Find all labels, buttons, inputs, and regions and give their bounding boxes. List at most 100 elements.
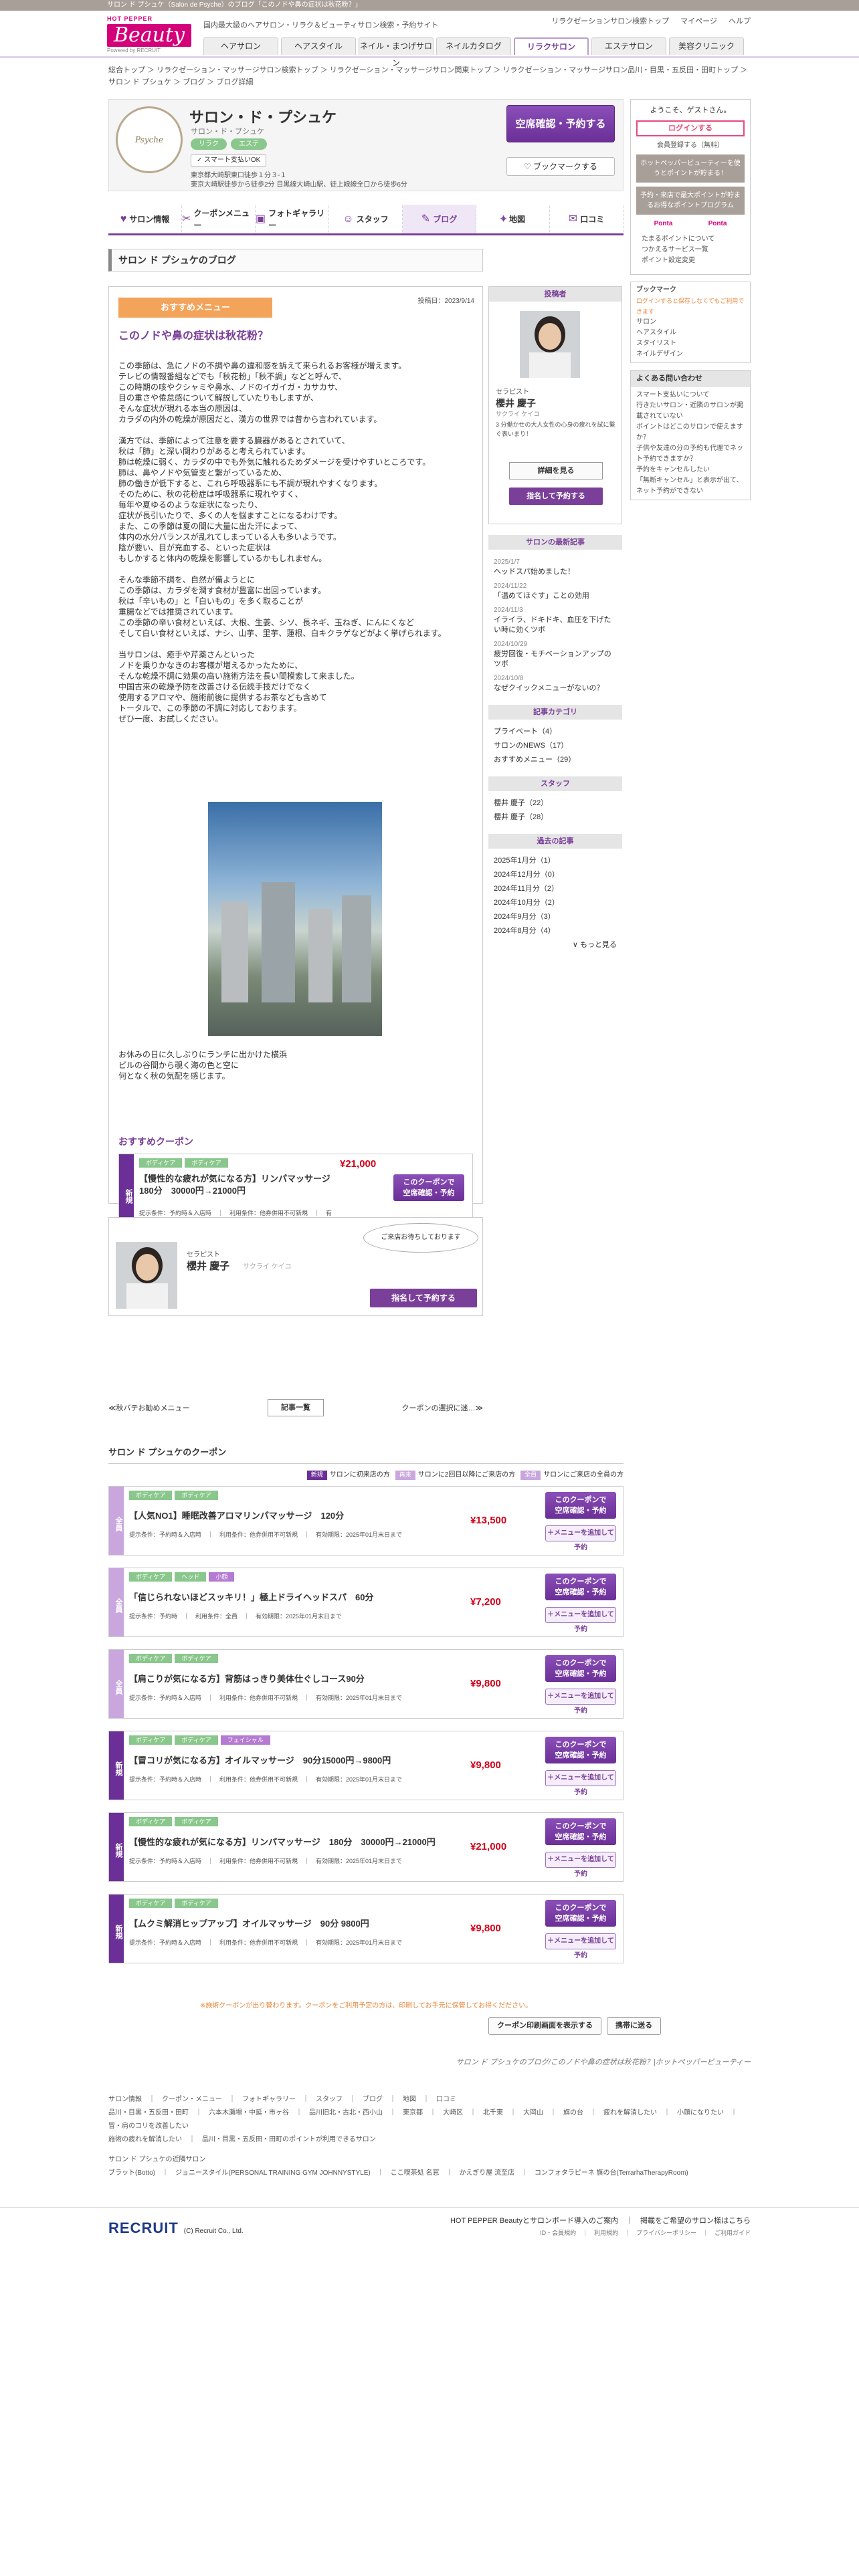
add-menu-button[interactable]: ＋メニューを追加して予約: [545, 1689, 616, 1715]
faq-item[interactable]: 子供や友達の分の予約も代理でネット予約できますか？: [636, 443, 745, 465]
point-program-banner[interactable]: 予約・来店で最大ポイントが貯まるお得なポイントプログラム: [636, 187, 745, 215]
faq-item[interactable]: 「無断キャンセル」と表示が出て、ネット予約ができない: [636, 475, 745, 497]
add-menu-button[interactable]: ＋メニューを追加して予約: [545, 1607, 616, 1633]
faq-item[interactable]: 行きたいサロン・近隣のサロンが掲載されていない: [636, 401, 745, 422]
snav-label: フォトギャラリー: [268, 208, 325, 230]
add-menu-button[interactable]: ＋メニューを追加して予約: [545, 1770, 616, 1796]
add-menu-button[interactable]: ＋メニューを追加して予約: [545, 1525, 616, 1551]
coupon-reserve-button[interactable]: このクーポンで 空席確認・予約: [545, 1574, 616, 1600]
gnav-nail[interactable]: ネイル・まつげサロン: [359, 37, 434, 68]
top-link-mypage[interactable]: マイページ: [680, 17, 717, 25]
snav-review[interactable]: ✉ 口コミ: [550, 205, 624, 233]
coupon-reserve-button[interactable]: このクーポンで 空席確認・予約: [393, 1174, 464, 1201]
staff-name[interactable]: 櫻井 慶子: [187, 1259, 229, 1275]
post-list-button[interactable]: 記事一覧: [268, 1399, 324, 1416]
top-link-relax[interactable]: リラクゼーションサロン検索トップ: [551, 17, 669, 25]
add-menu-button[interactable]: ＋メニューを追加して予約: [545, 1852, 616, 1878]
recent-post[interactable]: 2024/10/8 なぜクイックメニューがないの？: [488, 671, 622, 695]
footer-link-row[interactable]: ブラット(Botto) ｜ ジョニースタイル(PERSONAL TRAINING…: [108, 2167, 751, 2180]
footer-link-row[interactable]: サロン情報 ｜ クーポン・メニュー ｜ フォトギャラリー ｜ スタッフ ｜ ブロ…: [108, 2093, 751, 2107]
gnav-nailcatalog[interactable]: ネイルカタログ: [436, 37, 511, 55]
coupon-name[interactable]: 【人気NO1】睡眠改善アロマリンパマッサージ 120分: [129, 1509, 450, 1523]
coupon-card: 新規 ボディケア ボディケア フェイシャル 【冒コリが気になる方】オイルマッサージ 90…: [108, 1731, 624, 1800]
faq-item[interactable]: スマート支払いについて: [636, 390, 745, 401]
archive-link[interactable]: 2024年9月分（3）: [488, 910, 622, 924]
recent-post[interactable]: 2024/11/3 イライラ、ドキドキ、血圧を下げたい時に効くツボ: [488, 603, 622, 637]
hotpepper-beauty-logo[interactable]: HOT PEPPER Beauty Powered by RECRUIT: [107, 15, 201, 53]
coupon-card: 全員 ボディケア ヘッド 小顔 「信じられないほどスッキリ！」極上ドライヘッドスパ 60…: [108, 1568, 624, 1637]
archive-link[interactable]: 2025年1月分（1）: [488, 854, 622, 868]
coupon-reserve-button[interactable]: このクーポンで 空席確認・予約: [545, 1818, 616, 1845]
bookmark-item[interactable]: ヘアスタイル: [636, 328, 745, 338]
breadcrumb[interactable]: 総合トップ ＞ リラクゼーション・マッサージサロン検索トップ ＞ リラクゼーショ…: [108, 64, 751, 88]
bookmark-item[interactable]: スタイリスト: [636, 338, 745, 349]
prev-post-link[interactable]: ≪秋バテお勧めメニュー: [108, 1403, 190, 1414]
gnav-clinic[interactable]: 美容クリニック: [669, 37, 744, 55]
snav-label: スタッフ: [356, 214, 389, 224]
gnav-hairstyle[interactable]: ヘアスタイル: [281, 37, 356, 55]
poster-nominate-button[interactable]: 指名して予約する: [509, 488, 603, 505]
coupon-chip: ボディケア: [175, 1491, 218, 1500]
snav-map[interactable]: ⌖ 地図: [476, 205, 550, 233]
archive-link[interactable]: 2024年12月分（0）: [488, 868, 622, 882]
faq-item[interactable]: 予約をキャンセルしたい: [636, 465, 745, 475]
bookmark-item[interactable]: サロン: [636, 317, 745, 328]
staff-link[interactable]: 櫻井 慶子（22）: [488, 796, 622, 811]
coupon-name[interactable]: 【慢性的な疲れが気になる方】リンパマッサージ 180分 30000円→21000…: [139, 1173, 339, 1197]
staff-link[interactable]: 櫻井 慶子（28）: [488, 811, 622, 825]
snav-blog[interactable]: ✎ ブログ: [403, 205, 476, 233]
footer-link-row[interactable]: 施術の疲れを解消したい ｜ 品川・目黒・五反田・田町のポイントが利用できるサロン: [108, 2133, 751, 2147]
snav-photo[interactable]: ▣ フォトギャラリー: [256, 205, 329, 233]
point-banner[interactable]: ホットペッパービューティーを使うとポイントが貯まる！: [636, 154, 745, 183]
coupon-name[interactable]: 【冒コリが気になる方】オイルマッサージ 90分15000円→9800円: [129, 1754, 450, 1767]
add-menu-button[interactable]: ＋メニューを追加して予約: [545, 1933, 616, 1959]
footer-right-links[interactable]: HOT PEPPER Beautyとサロンボード導入のご案内 ｜ 掲載をご希望の…: [450, 2216, 751, 2227]
staff-photo: [116, 1242, 177, 1309]
category-link[interactable]: おすすめメニュー（29）: [488, 753, 622, 767]
send-mobile-button[interactable]: 携帯に送る: [607, 2017, 661, 2035]
reserve-button[interactable]: 空席確認・予約する: [506, 105, 615, 142]
archive-link[interactable]: 2024年10月分（2）: [488, 896, 622, 910]
archive-more[interactable]: ∨ もっと見る: [488, 938, 622, 952]
login-button[interactable]: ログインする: [636, 120, 745, 136]
coupon-name[interactable]: 【ムクミ解消ヒップアップ】オイルマッサージ 90分 9800円: [129, 1917, 450, 1931]
snav-coupon[interactable]: ✂ クーポンメニュー: [182, 205, 256, 233]
coupon-reserve-button[interactable]: このクーポンで 空席確認・予約: [545, 1492, 616, 1519]
top-link-help[interactable]: ヘルプ: [729, 17, 751, 25]
next-post-link[interactable]: クーポンの選択に迷…≫: [401, 1403, 483, 1414]
register-link[interactable]: 会員登録する（無料）: [636, 140, 745, 150]
recent-post[interactable]: 2024/11/22 「温めてほぐす」ことの効用: [488, 579, 622, 603]
tagline: 国内最大級のヘアサロン・リラク＆ビューティサロン検索・予約サイト: [203, 21, 439, 29]
heart-icon: ♡: [523, 162, 534, 171]
coupon-name[interactable]: 【肩こりが気になる方】背筋はっきり美体仕ぐしコース90分: [129, 1673, 450, 1686]
print-coupon-button[interactable]: クーポン印刷画面を表示する: [488, 2017, 601, 2035]
category-link[interactable]: サロンのNEWS（17）: [488, 739, 622, 753]
recent-post[interactable]: 2024/10/29 疲労回復・モチベーションアップのツボ: [488, 637, 622, 671]
archive-link[interactable]: 2024年8月分（4）: [488, 924, 622, 938]
snav-info[interactable]: ♥ サロン情報: [108, 205, 182, 233]
archive-link[interactable]: 2024年11月分（2）: [488, 882, 622, 896]
coupon-name[interactable]: 【慢性的な疲れが気になる方】リンパマッサージ 180分 30000円→21000…: [129, 1836, 450, 1849]
snav-staff[interactable]: ☺ スタッフ: [329, 205, 403, 233]
point-link[interactable]: ポイント設定変更: [642, 255, 739, 266]
coupon-reserve-button[interactable]: このクーポンで 空席確認・予約: [545, 1655, 616, 1682]
poster-detail-button[interactable]: 詳細を見る: [509, 462, 603, 479]
poster-name[interactable]: 櫻井 慶子: [496, 397, 536, 411]
coupon-name[interactable]: 「信じられないほどスッキリ！」極上ドライヘッドスパ 60分: [129, 1591, 450, 1604]
point-link[interactable]: たまるポイントについて: [642, 234, 739, 245]
gnav-relax[interactable]: リラクサロン: [514, 37, 589, 55]
footer-policy-links[interactable]: ID・会員規約 ｜ 利用規約 ｜ プライバシーポリシー ｜ ご利用ガイド: [540, 2229, 751, 2238]
bookmark-item[interactable]: ネイルデザイン: [636, 349, 745, 360]
gnav-hair[interactable]: ヘアサロン: [203, 37, 278, 55]
coupon-reserve-button[interactable]: このクーポンで 空席確認・予約: [545, 1900, 616, 1927]
coupon-reserve-button[interactable]: このクーポンで 空席確認・予約: [545, 1737, 616, 1763]
footer-link-row[interactable]: 品川・目黒・五反田・田町 ｜ 六本木瀬場・中延・市ヶ谷 ｜ 品川旧北・古北・西小…: [108, 2107, 751, 2133]
faq-item[interactable]: ポイントはどこのサロンで使えますか？: [636, 422, 745, 443]
staff-nominate-button[interactable]: 指名して予約する: [370, 1289, 477, 1307]
bookmark-button[interactable]: ♡ ブックマークする: [506, 157, 615, 176]
gnav-esthe[interactable]: エステサロン: [591, 37, 666, 55]
point-link[interactable]: つかえるサービス一覧: [642, 245, 739, 255]
recruit-logo[interactable]: RECRUIT (C) Recruit Co., Ltd.: [108, 2217, 244, 2239]
recent-post[interactable]: 2025/1/7 ヘッドスパ始めました！: [488, 555, 622, 579]
category-link[interactable]: プライベート（4）: [488, 725, 622, 739]
